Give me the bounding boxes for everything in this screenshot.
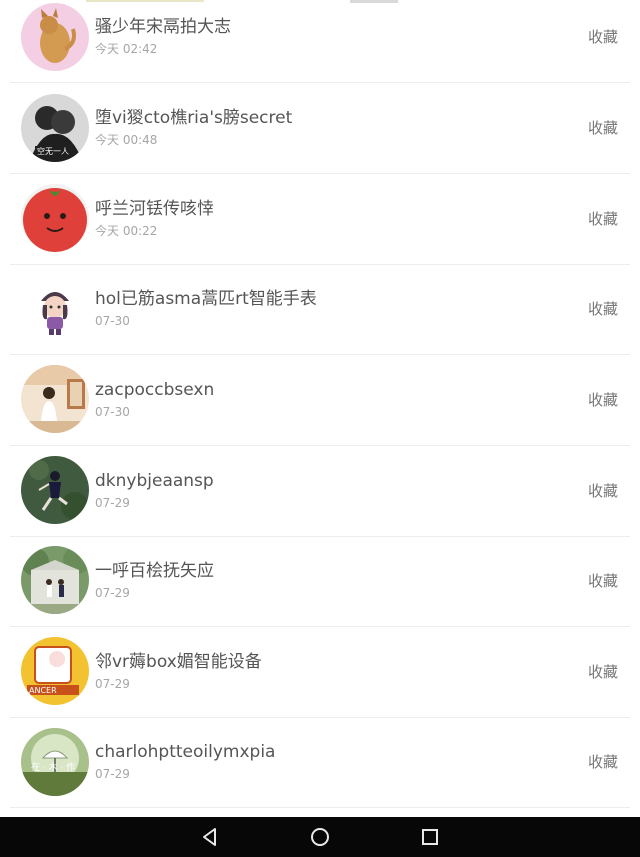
favorite-button[interactable]: 收藏: [588, 391, 618, 409]
svg-text:在 · 木 · 作: 在 · 木 · 作: [31, 761, 75, 773]
timestamp: 07-29: [95, 496, 130, 510]
user-name: hol已筋asma蒿匹rt智能手表: [95, 289, 317, 309]
divider: [10, 807, 630, 808]
home-icon[interactable]: [308, 825, 332, 849]
user-name: 呼兰河铥传咳悻: [95, 199, 214, 219]
user-name: 堕vi猣cto樵ria's膀secret: [95, 108, 293, 128]
list-item[interactable]: 在 · 木 · 作 charlohptteoilymxpia 07-29 收藏: [0, 717, 640, 808]
user-name: zacpoccbsexn: [95, 380, 215, 400]
back-icon[interactable]: [198, 825, 222, 849]
user-name: dknybjeaansp: [95, 471, 214, 491]
timestamp: 今天 00:22: [95, 224, 158, 238]
timestamp: 07-30: [95, 405, 130, 419]
timestamp: 今天 02:42: [95, 42, 158, 56]
avatar[interactable]: [21, 365, 89, 433]
avatar[interactable]: [21, 184, 89, 252]
list-item[interactable]: zacpoccbsexn 07-30 收藏: [0, 355, 640, 446]
avatar[interactable]: [21, 546, 89, 614]
favorite-button[interactable]: 收藏: [588, 482, 618, 500]
svg-text:空无一人: 空无一人: [37, 146, 69, 156]
timestamp: 07-29: [95, 767, 130, 781]
timestamp: 07-29: [95, 677, 130, 691]
avatar[interactable]: 在 · 木 · 作: [21, 728, 89, 796]
timestamp: 07-29: [95, 586, 130, 600]
list-item[interactable]: 空无一人 堕vi猣cto樵ria's膀secret 今天 00:48 收藏: [0, 83, 640, 174]
avatar[interactable]: 空无一人: [21, 94, 89, 162]
favorite-button[interactable]: 收藏: [588, 753, 618, 771]
timestamp: 07-30: [95, 314, 130, 328]
favorite-button[interactable]: 收藏: [588, 300, 618, 318]
user-name: charlohptteoilymxpia: [95, 742, 276, 762]
favorite-button[interactable]: 收藏: [588, 663, 618, 681]
avatar[interactable]: [21, 275, 89, 343]
list-item[interactable]: dknybjeaansp 07-29 收藏: [0, 446, 640, 537]
list-item[interactable]: 呼兰河铥传咳悻 今天 00:22 收藏: [0, 174, 640, 265]
system-navigation-bar: [0, 817, 640, 857]
avatar[interactable]: [21, 3, 89, 71]
favorite-button[interactable]: 收藏: [588, 210, 618, 228]
user-name: 邻vr薅box媚智能设备: [95, 652, 262, 672]
list-item[interactable]: 骚少年宋鬲拍大志 今天 02:42 收藏: [0, 0, 640, 83]
favorite-button[interactable]: 收藏: [588, 119, 618, 137]
timestamp: 今天 00:48: [95, 133, 158, 147]
user-name: 一呼百桧抚矢应: [95, 561, 214, 581]
list-item[interactable]: hol已筋asma蒿匹rt智能手表 07-30 收藏: [0, 264, 640, 355]
favorite-button[interactable]: 收藏: [588, 572, 618, 590]
user-name: 骚少年宋鬲拍大志: [95, 17, 231, 37]
favorites-screen: 骚少年宋鬲拍大志 今天 02:42 收藏 空无一人 堕vi猣cto樵ria's膀…: [0, 0, 640, 857]
recents-icon[interactable]: [418, 825, 442, 849]
svg-text:ANCER: ANCER: [29, 686, 57, 695]
list-item[interactable]: 一呼百桧抚矢应 07-29 收藏: [0, 536, 640, 627]
favorite-button[interactable]: 收藏: [588, 28, 618, 46]
avatar[interactable]: ANCER: [21, 637, 89, 705]
avatar[interactable]: [21, 456, 89, 524]
list-item[interactable]: ANCER 邻vr薅box媚智能设备 07-29 收藏: [0, 627, 640, 718]
